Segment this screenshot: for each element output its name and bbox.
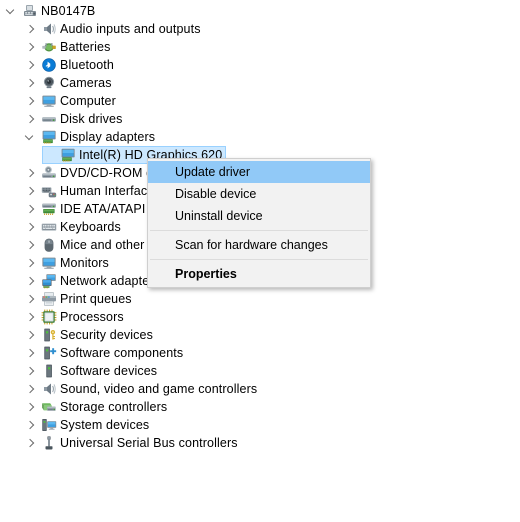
tree-toggle-expanded-icon[interactable] (4, 2, 20, 20)
battery-icon (39, 38, 59, 56)
tree-item[interactable]: Monitors (23, 254, 109, 272)
tree-item[interactable]: Disk drives (23, 110, 123, 128)
menu-item-disable-device[interactable]: Disable device (148, 183, 370, 205)
software-component-icon (39, 344, 59, 362)
usb-icon (39, 434, 59, 452)
tree-item-label: Bluetooth (60, 58, 114, 72)
ide-controller-icon (39, 200, 59, 218)
menu-separator (150, 259, 368, 260)
tree-toggle-collapsed-icon[interactable] (23, 200, 39, 218)
tree-toggle-collapsed-icon[interactable] (23, 164, 39, 182)
tree-item[interactable]: Keyboards (23, 218, 121, 236)
tree-item-label: Software devices (60, 364, 158, 378)
tree-toggle-expanded-icon[interactable] (23, 128, 39, 146)
tree-item-label: Cameras (60, 76, 112, 90)
speaker-icon (39, 20, 59, 38)
tree-item-label: Storage controllers (60, 400, 168, 414)
menu-item-scan-for-hardware-changes[interactable]: Scan for hardware changes (148, 234, 370, 256)
tree-toggle-collapsed-icon[interactable] (23, 272, 39, 290)
processor-icon (39, 308, 59, 326)
security-device-icon (39, 326, 59, 344)
tree-toggle-collapsed-icon[interactable] (23, 344, 39, 362)
tree-item-label: Software components (60, 346, 184, 360)
tree-toggle-collapsed-icon[interactable] (23, 218, 39, 236)
tree-item-label: Monitors (60, 256, 109, 270)
storage-controller-icon (39, 398, 59, 416)
tree-toggle-collapsed-icon[interactable] (23, 236, 39, 254)
tree-item-label: Network adapters (60, 274, 160, 288)
speaker-icon (39, 380, 59, 398)
menu-item-uninstall-device[interactable]: Uninstall device (148, 205, 370, 227)
tree-item-label: Batteries (60, 40, 111, 54)
software-device-icon (39, 362, 59, 380)
camera-icon (39, 74, 59, 92)
tree-toggle-collapsed-icon[interactable] (23, 416, 39, 434)
display-adapter-icon (39, 128, 59, 146)
system-device-icon (39, 416, 59, 434)
computer-root-icon (20, 2, 40, 20)
tree-toggle-collapsed-icon[interactable] (23, 326, 39, 344)
tree-item[interactable]: Cameras (23, 74, 112, 92)
monitor-icon (39, 254, 59, 272)
printer-icon (39, 290, 59, 308)
tree-item[interactable]: Processors (23, 308, 124, 326)
tree-item-label: NB0147B (41, 4, 96, 18)
tree-item-label: Print queues (60, 292, 132, 306)
mouse-icon (39, 236, 59, 254)
display-adapter-icon (58, 146, 78, 164)
tree-item-label: Sound, video and game controllers (60, 382, 258, 396)
tree-item[interactable]: Audio inputs and outputs (23, 20, 201, 38)
tree-item[interactable]: Batteries (23, 38, 110, 56)
bluetooth-icon (39, 56, 59, 74)
tree-item[interactable]: Storage controllers (23, 398, 167, 416)
menu-item-properties[interactable]: Properties (148, 263, 370, 285)
device-context-menu[interactable]: Update driver Disable device Uninstall dev… (147, 158, 371, 288)
tree-toggle-collapsed-icon[interactable] (23, 38, 39, 56)
tree-toggle-collapsed-icon[interactable] (23, 20, 39, 38)
tree-item-label: Computer (60, 94, 116, 108)
tree-item[interactable]: Security devices (23, 326, 153, 344)
tree-item-label: Display adapters (60, 130, 156, 144)
tree-toggle-collapsed-icon[interactable] (23, 254, 39, 272)
tree-item-label: Keyboards (60, 220, 121, 234)
tree-toggle-collapsed-icon[interactable] (23, 290, 39, 308)
tree-item[interactable]: Display adapters (23, 128, 155, 146)
tree-toggle-collapsed-icon[interactable] (23, 362, 39, 380)
tree-toggle-collapsed-icon[interactable] (23, 92, 39, 110)
tree-item[interactable]: Network adapters (23, 272, 160, 290)
tree-item[interactable]: Computer (23, 92, 116, 110)
tree-item-label: Universal Serial Bus controllers (60, 436, 238, 450)
keyboard-icon (39, 218, 59, 236)
network-adapter-icon (39, 272, 59, 290)
tree-toggle-collapsed-icon[interactable] (23, 398, 39, 416)
monitor-icon (39, 92, 59, 110)
tree-item[interactable]: Bluetooth (23, 56, 114, 74)
tree-item[interactable]: Software devices (23, 362, 157, 380)
tree-toggle-collapsed-icon[interactable] (23, 110, 39, 128)
hid-icon (39, 182, 59, 200)
tree-item-label: Security devices (60, 328, 154, 342)
tree-toggle-collapsed-icon[interactable] (23, 56, 39, 74)
tree-toggle-collapsed-icon[interactable] (23, 74, 39, 92)
tree-toggle-collapsed-icon[interactable] (23, 308, 39, 326)
tree-item[interactable]: Sound, video and game controllers (23, 380, 257, 398)
dvd-drive-icon (39, 164, 59, 182)
disk-drive-icon (39, 110, 59, 128)
menu-separator (150, 230, 368, 231)
tree-toggle-collapsed-icon[interactable] (23, 434, 39, 452)
tree-item-label: Audio inputs and outputs (60, 22, 201, 36)
tree-item[interactable]: Universal Serial Bus controllers (23, 434, 238, 452)
tree-item[interactable]: System devices (23, 416, 149, 434)
tree-toggle-collapsed-icon[interactable] (23, 380, 39, 398)
tree-item-label: Processors (60, 310, 124, 324)
tree-toggle-collapsed-icon[interactable] (23, 182, 39, 200)
tree-item-label: Disk drives (60, 112, 123, 126)
tree-item[interactable]: NB0147B (4, 2, 95, 20)
tree-item[interactable]: Print queues (23, 290, 132, 308)
tree-item-label: System devices (60, 418, 150, 432)
tree-item[interactable]: Software components (23, 344, 183, 362)
menu-item-update-driver[interactable]: Update driver (148, 161, 370, 183)
